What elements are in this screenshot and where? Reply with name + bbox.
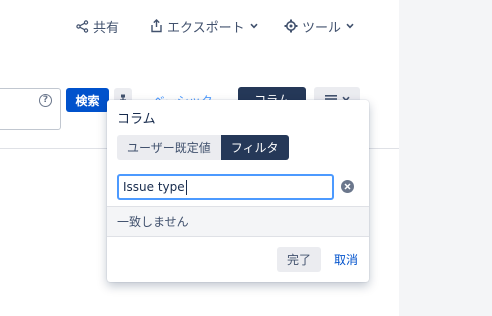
- right-panel: [399, 0, 492, 316]
- no-match-message: 一致しません: [107, 206, 369, 237]
- text-caret: [185, 179, 187, 195]
- tools-button[interactable]: ツール: [284, 14, 354, 38]
- tools-label: ツール: [302, 20, 342, 36]
- chevron-down-icon: [346, 23, 354, 29]
- header-actions: 共有 エクスポート ツール: [0, 14, 399, 38]
- chevron-down-icon: [250, 23, 258, 29]
- tab-filter[interactable]: フィルタ: [220, 135, 289, 160]
- share-icon: [76, 19, 89, 33]
- clear-icon[interactable]: [341, 180, 354, 193]
- cancel-button[interactable]: 取消: [334, 247, 358, 272]
- columns-popup: コラム ユーザー既定値 フィルタ Issue type 一致しません 完了 取消: [107, 100, 369, 282]
- gear-icon: [284, 19, 298, 33]
- help-icon[interactable]: ?: [39, 94, 52, 107]
- column-filter-input[interactable]: Issue type: [117, 174, 334, 200]
- share-button[interactable]: 共有: [76, 14, 119, 38]
- share-label: 共有: [93, 20, 120, 36]
- done-button[interactable]: 完了: [277, 247, 321, 272]
- search-button[interactable]: 検索: [66, 88, 109, 112]
- export-button[interactable]: エクスポート: [150, 14, 258, 38]
- jql-search-input[interactable]: ?: [0, 88, 61, 130]
- close-icon: [344, 183, 351, 190]
- columns-tab-group: ユーザー既定値 フィルタ: [117, 135, 289, 160]
- export-icon: [151, 19, 162, 33]
- export-label: エクスポート: [167, 20, 245, 36]
- column-filter-value: Issue type: [123, 180, 185, 194]
- popup-title: コラム: [117, 112, 156, 127]
- tab-user-default[interactable]: ユーザー既定値: [117, 135, 221, 160]
